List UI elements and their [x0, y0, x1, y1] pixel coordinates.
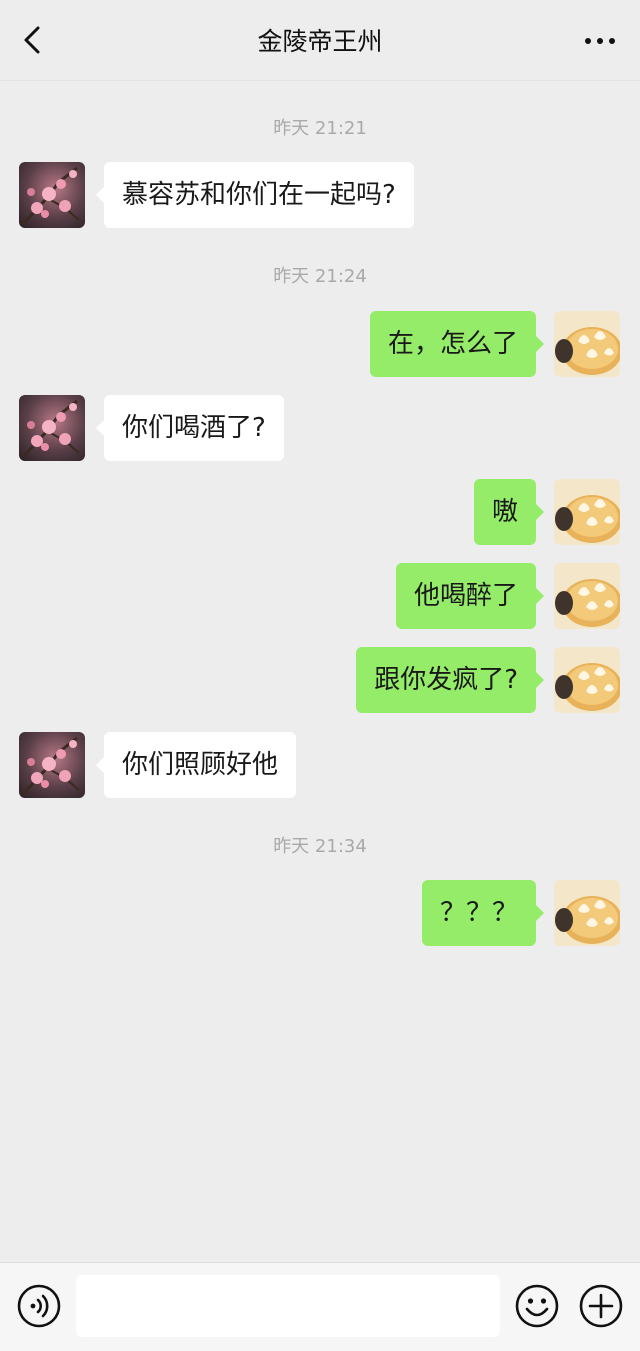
- message-bubble-sent[interactable]: 嗷: [473, 479, 545, 545]
- input-bar: [0, 1262, 640, 1351]
- message-bubble-sent[interactable]: 在，怎么了: [369, 311, 545, 377]
- dumplings-avatar-image: [554, 647, 620, 713]
- dumplings-avatar-image: [554, 880, 620, 946]
- chat-title: 金陵帝王州: [257, 27, 383, 56]
- plus-icon: [579, 1284, 623, 1328]
- timestamp: 昨天 21:24: [273, 266, 367, 287]
- plum-blossom-avatar-image: [19, 732, 85, 798]
- voice-button[interactable]: [16, 1283, 62, 1329]
- more-dots-icon: [585, 38, 615, 44]
- plum-blossom-avatar-image: [19, 162, 85, 228]
- my-avatar[interactable]: [554, 647, 620, 713]
- timestamp: 昨天 21:21: [273, 118, 367, 139]
- message-input[interactable]: [76, 1275, 500, 1337]
- dumplings-avatar-image: [554, 311, 620, 377]
- message-bubble-sent[interactable]: 跟你发疯了?: [356, 647, 544, 713]
- contact-avatar[interactable]: [19, 395, 85, 461]
- message-bubble-sent[interactable]: ？？？: [421, 880, 545, 946]
- emoji-icon: [515, 1284, 559, 1328]
- dumplings-avatar-image: [554, 479, 620, 545]
- message-bubble-received[interactable]: 你们喝酒了?: [96, 395, 284, 461]
- message-bubble-received[interactable]: 你们照顾好他: [95, 732, 297, 798]
- plus-button[interactable]: [578, 1283, 624, 1329]
- message-bubble-received[interactable]: 慕容苏和你们在一起吗?: [96, 162, 414, 228]
- dumplings-avatar-image: [554, 563, 620, 629]
- contact-avatar[interactable]: [19, 732, 85, 798]
- my-avatar[interactable]: [554, 563, 620, 629]
- contact-avatar[interactable]: [19, 162, 85, 228]
- chat-header: 金陵帝王州: [0, 0, 640, 81]
- message-bubble-sent[interactable]: 他喝醉了: [395, 563, 545, 629]
- plum-blossom-avatar-image: [19, 395, 85, 461]
- more-button[interactable]: [580, 26, 620, 56]
- my-avatar[interactable]: [554, 880, 620, 946]
- my-avatar[interactable]: [554, 479, 620, 545]
- timestamp: 昨天 21:34: [273, 836, 367, 857]
- emoji-button[interactable]: [514, 1283, 560, 1329]
- my-avatar[interactable]: [554, 311, 620, 377]
- voice-icon: [17, 1284, 61, 1328]
